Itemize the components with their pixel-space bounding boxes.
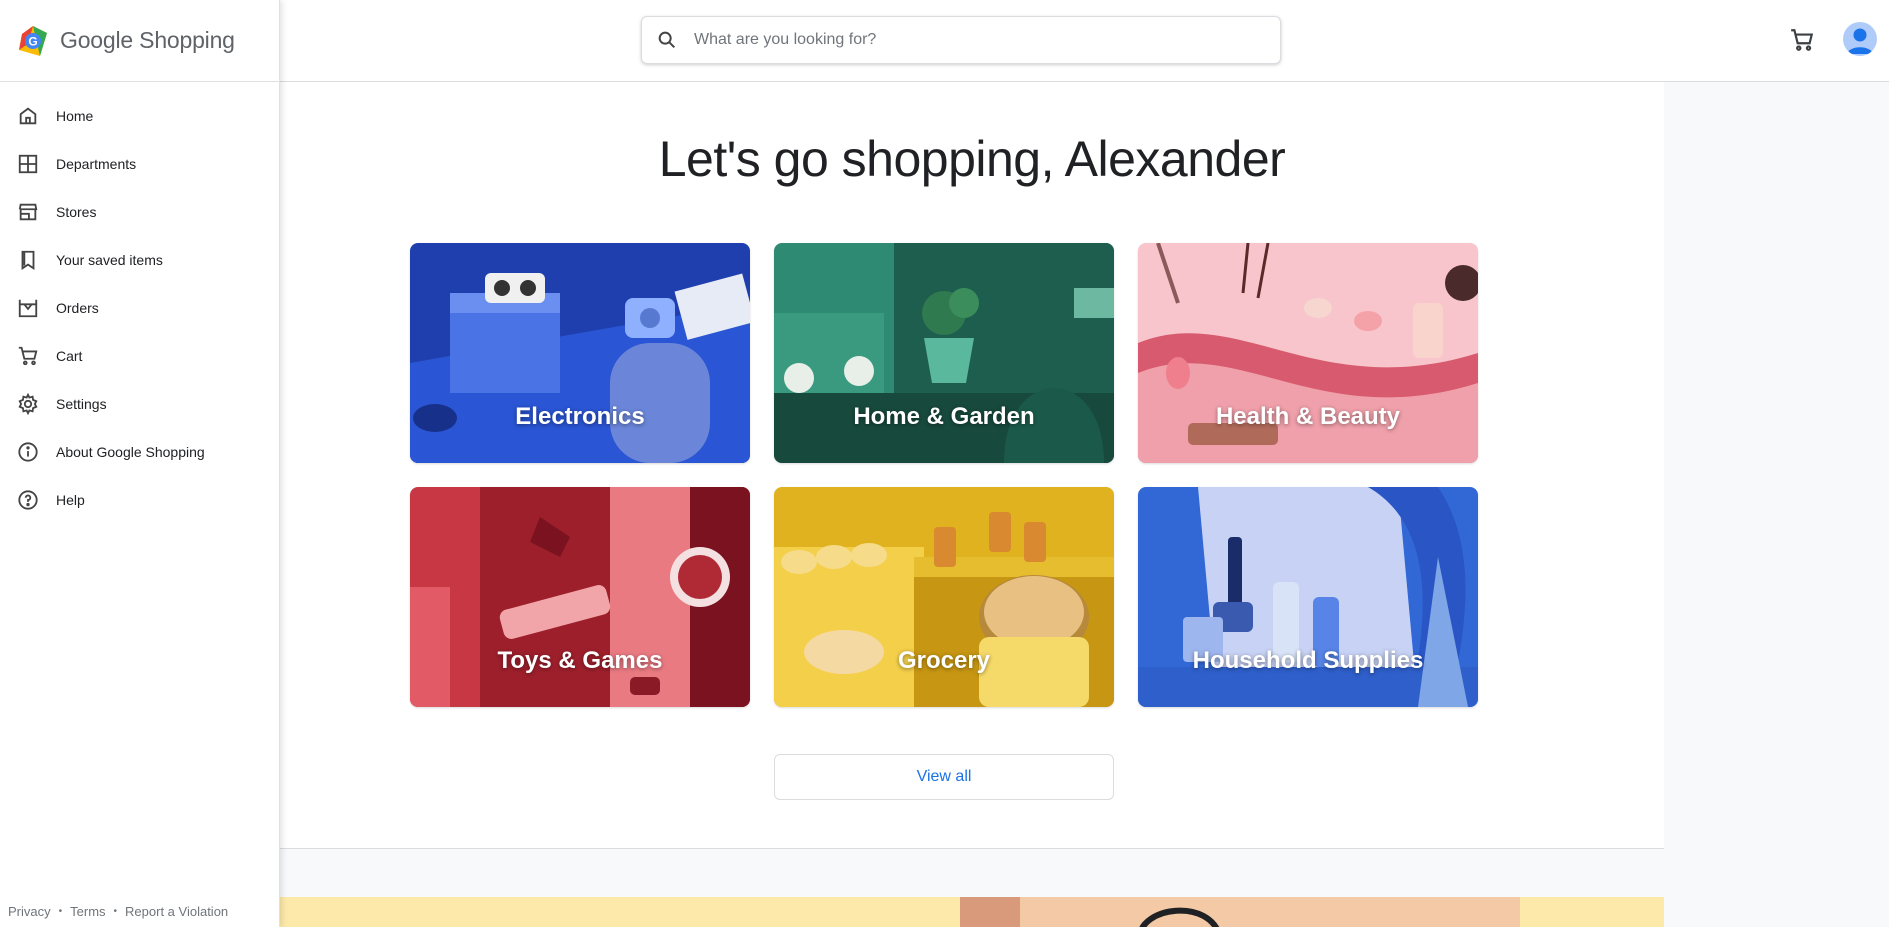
sidebar-item-home[interactable]: Home — [0, 92, 279, 140]
sidebar-item-label: Departments — [56, 156, 137, 172]
store-icon — [16, 200, 40, 224]
sidebar-item-label: Help — [56, 492, 85, 508]
main-content: Let's go shopping, Alexander Electronics — [280, 82, 1664, 849]
separator-dot: • — [113, 906, 118, 917]
sidebar-item-departments[interactable]: Departments — [0, 140, 279, 188]
sidebar-item-help[interactable]: Help — [0, 476, 279, 524]
category-tile-household-supplies[interactable]: Household Supplies — [1138, 487, 1478, 707]
category-label: Household Supplies — [1192, 647, 1424, 674]
bookmark-icon — [16, 248, 40, 272]
sidebar-item-label: Stores — [56, 204, 97, 220]
category-tile-health-beauty[interactable]: Health & Beauty — [1138, 243, 1478, 463]
cart-icon[interactable] — [1789, 27, 1815, 53]
category-tile-electronics[interactable]: Electronics — [410, 243, 750, 463]
sidebar-footer: Privacy • Terms • Report a Violation — [8, 904, 228, 919]
category-label: Toys & Games — [497, 647, 663, 674]
promo-banner[interactable] — [280, 897, 1664, 927]
sidebar-item-label: Home — [56, 108, 94, 124]
separator-dot: • — [58, 906, 63, 917]
top-bar — [280, 0, 1889, 82]
category-tile-toys-games[interactable]: Toys & Games — [410, 487, 750, 707]
grid-icon — [16, 152, 40, 176]
sidebar-item-stores[interactable]: Stores — [0, 188, 279, 236]
orders-icon — [16, 296, 40, 320]
privacy-link[interactable]: Privacy — [8, 904, 51, 919]
category-tile-home-garden[interactable]: Home & Garden — [774, 243, 1114, 463]
report-violation-link[interactable]: Report a Violation — [125, 904, 228, 919]
gear-icon — [16, 392, 40, 416]
info-icon — [16, 440, 40, 464]
brand-name: Google Shopping — [60, 27, 235, 53]
category-label: Home & Garden — [853, 403, 1035, 430]
google-shopping-logo: G — [19, 25, 47, 56]
category-label: Health & Beauty — [1215, 403, 1401, 430]
category-tile-grocery[interactable]: Grocery — [774, 487, 1114, 707]
sidebar-item-label: About Google Shopping — [56, 444, 205, 460]
category-label: Electronics — [515, 403, 645, 430]
svg-text:G: G — [28, 34, 37, 48]
sidebar-item-cart[interactable]: Cart — [0, 332, 279, 380]
sidebar-item-label: Cart — [56, 348, 83, 364]
promo-banner-image — [280, 897, 1664, 927]
search-icon — [658, 31, 676, 49]
avatar[interactable] — [1843, 22, 1877, 56]
search-input[interactable] — [694, 31, 1254, 49]
view-all-button[interactable]: View all — [774, 754, 1114, 800]
sidebar: G Google Shopping Home Departments Store… — [0, 0, 280, 927]
sidebar-item-label: Settings — [56, 396, 107, 412]
help-icon — [16, 488, 40, 512]
brand[interactable]: G Google Shopping — [0, 0, 279, 82]
cart-icon — [16, 344, 40, 368]
sidebar-item-orders[interactable]: Orders — [0, 284, 279, 332]
terms-link[interactable]: Terms — [70, 904, 105, 919]
sidebar-item-label: Your saved items — [56, 252, 163, 268]
sidebar-item-label: Orders — [56, 300, 99, 316]
sidebar-item-settings[interactable]: Settings — [0, 380, 279, 428]
sidebar-item-about[interactable]: About Google Shopping — [0, 428, 279, 476]
page-title: Let's go shopping, Alexander — [658, 131, 1286, 187]
sidebar-nav: Home Departments Stores Your saved items… — [0, 82, 279, 524]
sidebar-item-saved[interactable]: Your saved items — [0, 236, 279, 284]
home-icon — [16, 104, 40, 128]
search-box[interactable] — [641, 16, 1281, 64]
category-label: Grocery — [897, 647, 991, 674]
account-icon — [1847, 28, 1873, 54]
